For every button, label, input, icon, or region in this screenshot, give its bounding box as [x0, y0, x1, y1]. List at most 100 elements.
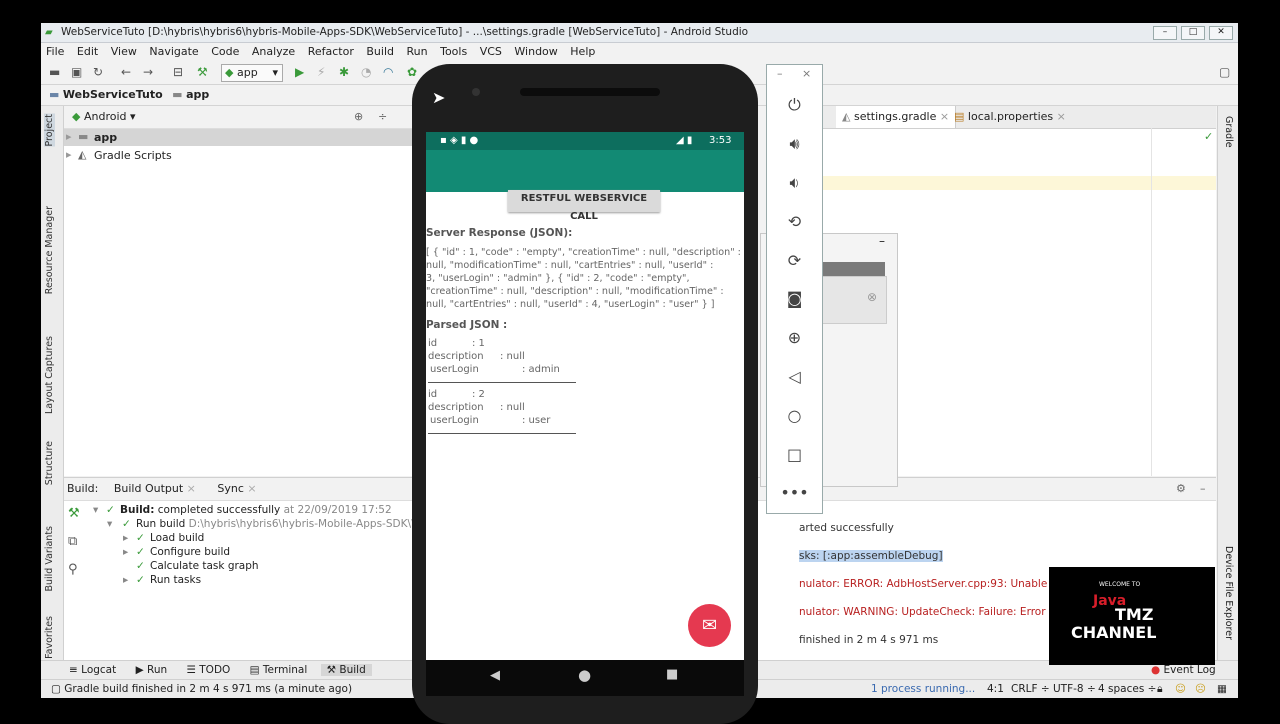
build-step-load[interactable]: Load build	[150, 532, 204, 544]
attach-debugger-icon[interactable]: ◠	[383, 65, 393, 79]
run-build-line[interactable]: Run build D:\hybris\hybris6\hybris-Mobil…	[136, 518, 441, 530]
tab-sync[interactable]: Sync ×	[217, 482, 256, 495]
menu-code[interactable]: Code	[211, 45, 239, 58]
tool-window-structure[interactable]: Structure	[44, 441, 55, 485]
menu-navigate[interactable]: Navigate	[149, 45, 198, 58]
close-icon[interactable]: ×	[1057, 110, 1066, 123]
volume-up-icon[interactable]: 🔊︎	[767, 134, 822, 154]
menu-edit[interactable]: Edit	[77, 45, 98, 58]
chevron-down-icon[interactable]: ▾	[130, 110, 136, 123]
tab-local-properties[interactable]: ▤ local.properties ×	[948, 106, 1072, 128]
toggle-view-icon[interactable]: ⧉	[68, 534, 77, 549]
avd-manager-icon[interactable]: ✿	[407, 65, 417, 79]
home-icon[interactable]: ○	[767, 406, 822, 425]
tree-item-app[interactable]: app	[94, 131, 117, 144]
menu-build[interactable]: Build	[366, 45, 394, 58]
minimize-panel-icon[interactable]: –	[1200, 478, 1206, 500]
minimize-icon[interactable]: –	[777, 67, 783, 80]
apply-changes-icon[interactable]: ⚡	[317, 65, 325, 79]
collapse-icon[interactable]: ÷	[378, 106, 387, 128]
tab-build-output[interactable]: Build Output ×	[114, 482, 196, 495]
rotate-right-icon[interactable]: ⟳	[767, 251, 822, 270]
tool-window-project[interactable]: Project	[44, 114, 55, 147]
collapse-arrow-icon[interactable]: ▾	[93, 504, 98, 516]
memory-icon[interactable]: ▦	[1217, 680, 1227, 698]
close-icon[interactable]: ×	[187, 482, 196, 495]
tab-todo[interactable]: ☰ TODO	[187, 664, 231, 676]
tab-settings-gradle[interactable]: ◭ settings.gradle ×	[836, 106, 957, 128]
maximize-button[interactable]: □	[1181, 26, 1205, 40]
rotate-left-icon[interactable]: ⟲	[767, 212, 822, 231]
sync-icon[interactable]: ↻	[93, 65, 103, 79]
build-root-line[interactable]: Build: completed successfully at 22/09/2…	[120, 504, 392, 516]
build-hammer-icon[interactable]: ⚒	[68, 506, 80, 521]
close-button[interactable]: ✕	[1209, 26, 1233, 40]
menu-view[interactable]: View	[111, 45, 137, 58]
debug-icon[interactable]: ✱	[339, 65, 349, 79]
overview-icon[interactable]: □	[767, 445, 822, 464]
close-icon[interactable]: ×	[802, 67, 811, 80]
expand-arrow-icon[interactable]: ▸	[123, 532, 128, 544]
menu-run[interactable]: Run	[407, 45, 428, 58]
tab-run[interactable]: ▶ Run	[136, 664, 168, 676]
menu-refactor[interactable]: Refactor	[308, 45, 354, 58]
more-icon[interactable]: •••	[767, 483, 822, 502]
tool-window-device-file-explorer[interactable]: Device File Explorer	[1223, 546, 1234, 640]
open-folder-icon[interactable]: ▬	[49, 65, 60, 79]
forward-icon[interactable]: →	[143, 65, 153, 79]
menu-window[interactable]: Window	[514, 45, 557, 58]
tab-terminal[interactable]: ▤ Terminal	[250, 664, 308, 676]
menu-tools[interactable]: Tools	[440, 45, 467, 58]
back-icon[interactable]: ◁	[767, 367, 822, 386]
user-icon[interactable]: ▢	[1219, 65, 1230, 79]
build-step-configure[interactable]: Configure build	[150, 546, 230, 558]
locate-icon[interactable]: ⊕	[354, 106, 363, 128]
make-project-icon[interactable]: ⚒	[197, 65, 208, 79]
tool-window-build-variants[interactable]: Build Variants	[44, 526, 55, 592]
frown-icon[interactable]: ☹	[1195, 680, 1206, 698]
expand-arrow-icon[interactable]: ▸	[66, 148, 72, 161]
indent-setting[interactable]: 4 spaces ÷	[1098, 680, 1156, 698]
caret-position[interactable]: 4:1	[987, 680, 1004, 698]
mail-fab[interactable]: ✉	[688, 604, 731, 647]
breadcrumb-module[interactable]: app	[186, 88, 209, 101]
breadcrumb-project[interactable]: WebServiceTuto	[63, 88, 163, 101]
tab-build[interactable]: ⚒ Build	[320, 664, 372, 676]
lock-icon[interactable]: 🔒︎	[1157, 680, 1163, 698]
build-step-run-tasks[interactable]: Run tasks	[150, 574, 201, 586]
close-icon[interactable]: ×	[247, 482, 256, 495]
project-view-mode[interactable]: Android	[84, 110, 127, 123]
smiley-icon[interactable]: ☺	[1175, 680, 1186, 698]
gear-icon[interactable]: ⚙	[1176, 478, 1186, 500]
menu-file[interactable]: File	[46, 45, 64, 58]
menu-analyze[interactable]: Analyze	[252, 45, 295, 58]
menu-help[interactable]: Help	[570, 45, 595, 58]
tool-window-layout-captures[interactable]: Layout Captures	[44, 336, 55, 414]
camera-icon[interactable]: ◙	[767, 289, 822, 308]
save-icon[interactable]: ▣	[71, 65, 82, 79]
minimize-button[interactable]: –	[1153, 26, 1177, 40]
file-encoding[interactable]: UTF-8 ÷	[1053, 680, 1096, 698]
build-step-task-graph[interactable]: Calculate task graph	[150, 560, 259, 572]
structure-icon[interactable]: ⊟	[173, 65, 183, 79]
tool-window-gradle[interactable]: Gradle	[1223, 116, 1234, 148]
restful-call-button[interactable]: RESTFUL WEBSERVICE CALL	[508, 190, 660, 222]
run-config-select[interactable]: ◆ app ▾	[221, 64, 283, 82]
back-icon[interactable]: ←	[121, 65, 131, 79]
tool-window-resource-manager[interactable]: Resource Manager	[44, 206, 55, 294]
status-box-icon[interactable]: ▢	[51, 683, 61, 695]
collapse-arrow-icon[interactable]: ▾	[107, 518, 112, 530]
expand-arrow-icon[interactable]: ▸	[123, 546, 128, 558]
clear-icon[interactable]: ⊗	[867, 290, 877, 304]
tab-logcat[interactable]: ≡ Logcat	[69, 664, 116, 676]
volume-down-icon[interactable]: 🔉︎	[767, 173, 822, 193]
expand-arrow-icon[interactable]: ▸	[66, 130, 72, 143]
power-icon[interactable]: ⏻	[767, 95, 822, 115]
nav-back-icon[interactable]: ◀	[490, 668, 500, 683]
process-running[interactable]: 1 process running...	[871, 680, 975, 698]
line-separator[interactable]: CRLF ÷	[1011, 680, 1050, 698]
minimize-icon[interactable]: –	[879, 234, 885, 248]
profile-icon[interactable]: ◔	[361, 65, 371, 79]
tree-row-app[interactable]	[64, 129, 459, 146]
run-icon[interactable]: ▶	[295, 65, 304, 79]
